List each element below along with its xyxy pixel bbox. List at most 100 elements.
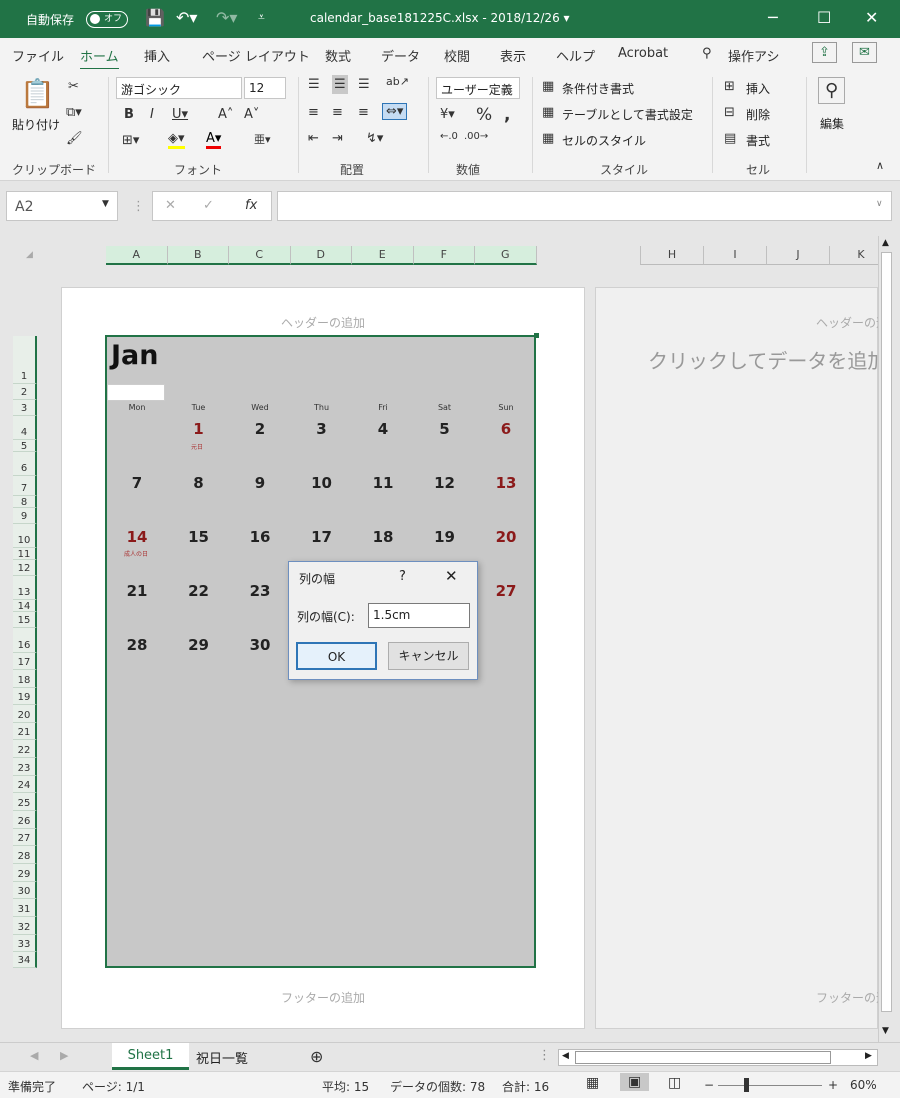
calendar-day[interactable]: 21 (107, 582, 167, 600)
align-top-icon[interactable]: ☰ (308, 77, 320, 92)
row-header-2[interactable]: 2 (13, 384, 37, 400)
percent-icon[interactable]: % (476, 105, 492, 125)
calendar-day[interactable]: 30 (230, 636, 290, 654)
format-cells-button[interactable]: 書式 (746, 132, 770, 149)
zoom-slider[interactable] (718, 1085, 822, 1086)
insert-cells-button[interactable]: 挿入 (746, 80, 770, 97)
row-header-3[interactable]: 3 (13, 400, 37, 416)
zoom-level[interactable]: 60% (850, 1078, 877, 1092)
row-header-7[interactable]: 7 (13, 476, 37, 496)
cell-style-icon[interactable]: ▦ (542, 131, 554, 146)
row-header-13[interactable]: 13 (13, 576, 37, 600)
align-left-icon[interactable]: ≡ (308, 105, 319, 120)
column-header-e[interactable]: E (352, 246, 414, 265)
scroll-down-icon[interactable]: ▼ (882, 1026, 889, 1036)
horizontal-scrollbar[interactable]: ◀ ▶ (558, 1049, 878, 1066)
maximize-icon[interactable]: ☐ (817, 8, 831, 27)
tab-home[interactable]: ホーム (80, 46, 119, 71)
column-header-h[interactable]: H (640, 246, 703, 265)
tab-page-layout[interactable]: ページ レイアウト (202, 46, 310, 65)
row-header-17[interactable]: 17 (13, 653, 37, 670)
scroll-right-icon[interactable]: ▶ (865, 1051, 872, 1061)
normal-view-icon[interactable]: ▦ (586, 1075, 599, 1091)
tab-data[interactable]: データ (381, 46, 420, 65)
calendar-day[interactable]: 3 (292, 420, 352, 438)
increase-font-icon[interactable]: A˄ (218, 107, 233, 122)
row-header-23[interactable]: 23 (13, 758, 37, 776)
row-header-26[interactable]: 26 (13, 811, 37, 829)
row-header-6[interactable]: 6 (13, 452, 37, 476)
column-width-input[interactable]: 1.5cm (368, 603, 470, 628)
calendar-day[interactable]: 10 (292, 474, 352, 492)
number-format-select[interactable]: ユーザー定義 (436, 77, 520, 99)
orientation-icon[interactable]: ab↗ (386, 75, 409, 88)
calendar-day[interactable]: 19 (415, 528, 475, 546)
calendar-day[interactable]: 23 (230, 582, 290, 600)
column-header-g[interactable]: G (475, 246, 537, 265)
tab-insert[interactable]: 挿入 (144, 46, 170, 65)
tab-view[interactable]: 表示 (500, 46, 526, 65)
sheet-tab-sheet1[interactable]: Sheet1 (112, 1043, 189, 1070)
column-header-c[interactable]: C (229, 246, 291, 265)
column-header-a[interactable]: A (106, 246, 168, 265)
tab-review[interactable]: 校閲 (444, 46, 470, 65)
hscroll-thumb[interactable] (575, 1051, 831, 1064)
insert-cells-icon[interactable]: ⊞ (724, 79, 735, 94)
prev-sheet-icon[interactable]: ◀ (30, 1049, 38, 1062)
row-header-20[interactable]: 20 (13, 705, 37, 723)
accounting-icon[interactable]: ¥▾ (440, 107, 455, 122)
row-header-33[interactable]: 33 (13, 935, 37, 952)
row-header-5[interactable]: 5 (13, 440, 37, 452)
row-header-27[interactable]: 27 (13, 829, 37, 846)
redo-icon[interactable]: ↷▾ (216, 8, 237, 27)
increase-indent-icon[interactable]: ⇥ (332, 131, 343, 146)
decrease-decimal-icon[interactable]: .00→ (464, 131, 488, 142)
calendar-day[interactable]: 18 (353, 528, 413, 546)
row-header-16[interactable]: 16 (13, 628, 37, 653)
calendar-day[interactable]: 29 (169, 636, 229, 654)
sheet-tab-holidays[interactable]: 祝日一覧 (196, 1048, 248, 1067)
find-icon[interactable]: ⚲ (818, 77, 846, 104)
calendar-day[interactable]: 1 (169, 420, 229, 438)
delete-cells-button[interactable]: 削除 (746, 106, 770, 123)
row-header-8[interactable]: 8 (13, 496, 37, 508)
row-header-30[interactable]: 30 (13, 882, 37, 899)
scroll-up-icon[interactable]: ▲ (882, 238, 889, 248)
dialog-close-button[interactable]: ✕ (445, 567, 458, 585)
add-sheet-icon[interactable]: ⊕ (310, 1047, 323, 1066)
insert-function-icon[interactable]: fx (245, 198, 257, 213)
page-layout-view-icon[interactable]: ▣ (620, 1073, 650, 1091)
font-color-icon[interactable]: A▾ (206, 131, 222, 149)
next-sheet-icon[interactable]: ▶ (60, 1049, 68, 1062)
italic-icon[interactable]: I (150, 107, 154, 122)
edit-button[interactable]: 編集 (820, 115, 844, 132)
zoom-slider-handle[interactable] (744, 1078, 749, 1092)
row-header-22[interactable]: 22 (13, 740, 37, 758)
decrease-indent-icon[interactable]: ⇤ (308, 131, 319, 146)
collapse-ribbon-icon[interactable]: ∧ (876, 159, 884, 172)
delete-cells-icon[interactable]: ⊟ (724, 105, 735, 120)
page-break-view-icon[interactable]: ◫ (668, 1075, 681, 1091)
calendar-day[interactable]: 27 (476, 582, 536, 600)
cond-format-button[interactable]: 条件付き書式 (562, 80, 634, 97)
align-center-icon[interactable]: ≡ (332, 105, 343, 120)
calendar-day[interactable]: 20 (476, 528, 536, 546)
calendar-day[interactable]: 8 (169, 474, 229, 492)
row-header-21[interactable]: 21 (13, 723, 37, 740)
paste-button[interactable]: 貼り付け (12, 116, 60, 133)
row-header-31[interactable]: 31 (13, 899, 37, 917)
customize-qat-icon[interactable]: ⩡ (258, 10, 265, 25)
row-header-9[interactable]: 9 (13, 508, 37, 524)
calendar-day[interactable]: 14 (107, 528, 167, 546)
row-header-1[interactable]: 1 (13, 336, 37, 384)
calendar-day[interactable]: 6 (476, 420, 536, 438)
share-icon[interactable]: ⇪ (812, 42, 837, 63)
column-header-d[interactable]: D (290, 246, 352, 265)
comma-icon[interactable]: , (504, 105, 510, 125)
calendar-day[interactable]: 28 (107, 636, 167, 654)
increase-decimal-icon[interactable]: ←.0 (440, 131, 458, 142)
calendar-day[interactable]: 16 (230, 528, 290, 546)
cut-icon[interactable]: ✂ (68, 79, 79, 94)
tab-formulas[interactable]: 数式 (325, 46, 351, 65)
calendar-day[interactable]: 12 (415, 474, 475, 492)
